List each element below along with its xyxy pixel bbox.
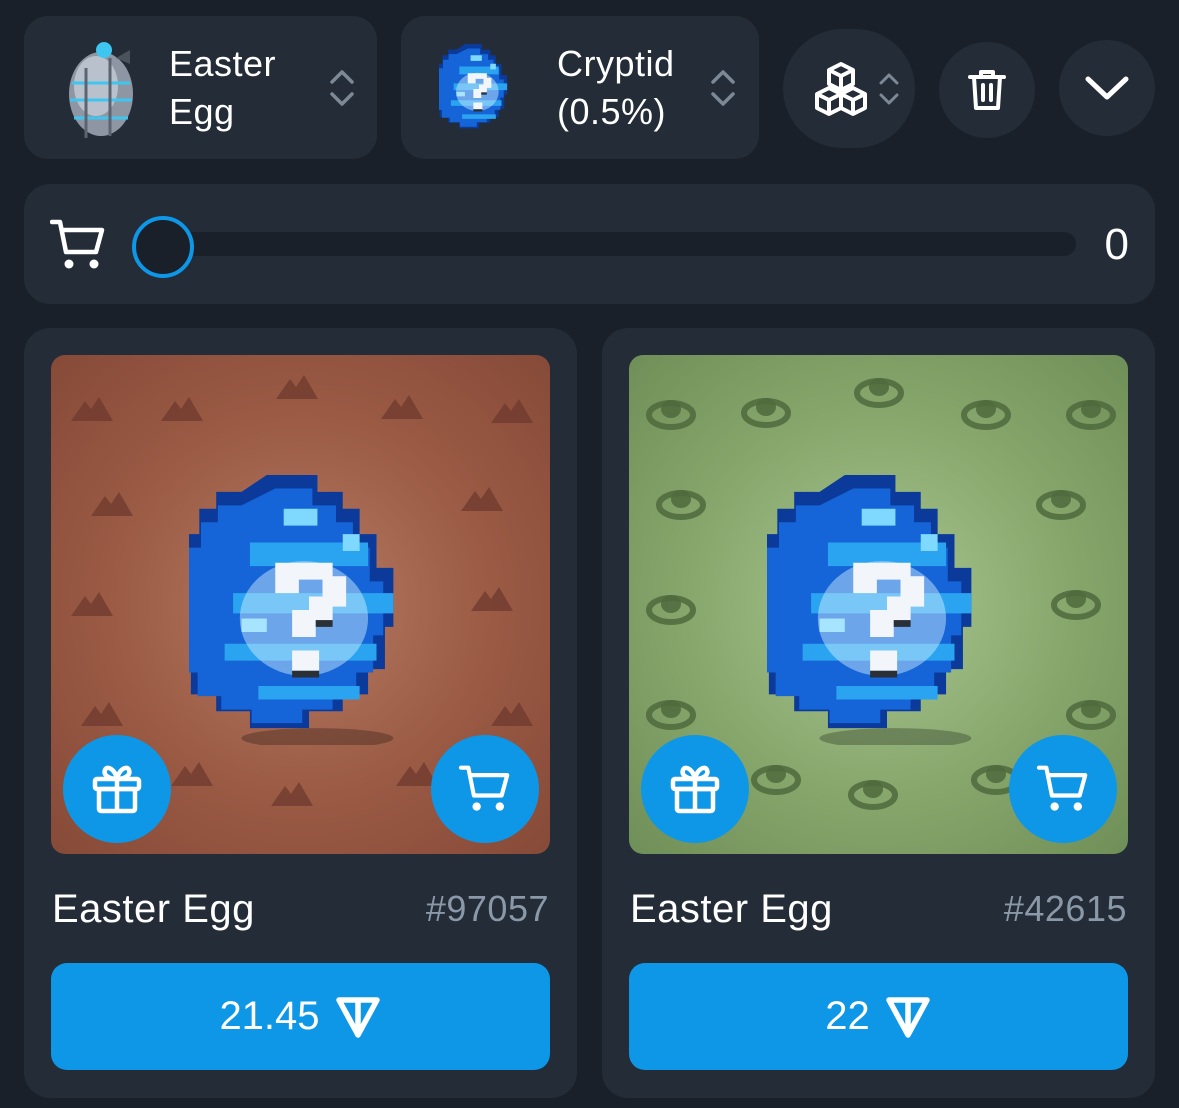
item-card[interactable]: Easter Egg #42615 22 xyxy=(602,328,1155,1098)
updown-chevron-icon xyxy=(328,68,356,113)
gift-icon xyxy=(91,763,143,815)
model-filter[interactable]: Cryptid (0.5%) xyxy=(401,16,759,159)
quantity-slider-handle[interactable] xyxy=(132,216,194,278)
ton-icon xyxy=(884,995,932,1039)
collection-filter-label-line2: Egg xyxy=(169,91,235,132)
ton-icon xyxy=(334,995,382,1039)
easter-egg-thumbnail xyxy=(66,38,136,138)
gift-button[interactable] xyxy=(63,735,171,843)
item-number: #97057 xyxy=(425,888,549,929)
collection-filter[interactable]: Easter Egg xyxy=(24,16,377,159)
cart-icon xyxy=(458,764,512,814)
buy-button[interactable]: 21.45 xyxy=(51,963,550,1070)
sort-button[interactable] xyxy=(783,29,915,148)
item-card[interactable]: Easter Egg #97057 21.45 xyxy=(24,328,577,1098)
model-filter-label-line1: Cryptid xyxy=(557,43,675,84)
add-to-cart-button[interactable] xyxy=(431,735,539,843)
clear-button[interactable] xyxy=(939,42,1035,138)
updown-chevron-icon xyxy=(709,68,737,113)
price-label: 21.45 xyxy=(219,994,320,1038)
buy-button[interactable]: 22 xyxy=(629,963,1128,1070)
chevron-down-icon xyxy=(1084,74,1130,102)
expand-button[interactable] xyxy=(1059,40,1155,136)
item-title: Easter Egg xyxy=(52,887,255,931)
item-title: Easter Egg xyxy=(630,887,833,931)
updown-chevron-icon xyxy=(877,71,901,112)
gift-icon xyxy=(669,763,721,815)
cart-icon xyxy=(1036,764,1090,814)
model-filter-label-line2: (0.5%) xyxy=(557,91,667,132)
cryptid-egg-illustration xyxy=(743,475,1007,749)
price-label: 22 xyxy=(825,994,870,1038)
cubes-icon xyxy=(812,60,870,118)
item-number: #42615 xyxy=(1003,888,1127,929)
cart-count: 0 xyxy=(1104,220,1129,269)
collection-filter-label-line1: Easter xyxy=(169,43,277,84)
gift-button[interactable] xyxy=(641,735,749,843)
quantity-slider-track[interactable] xyxy=(136,232,1076,256)
cart-icon xyxy=(49,218,106,277)
trash-icon xyxy=(967,68,1007,112)
cryptid-egg-thumbnail xyxy=(431,44,519,134)
cart-quantity-bar: 0 xyxy=(24,184,1155,304)
add-to-cart-button[interactable] xyxy=(1009,735,1117,843)
item-image xyxy=(51,355,550,854)
cryptid-egg-illustration xyxy=(165,475,429,749)
item-image xyxy=(629,355,1128,854)
